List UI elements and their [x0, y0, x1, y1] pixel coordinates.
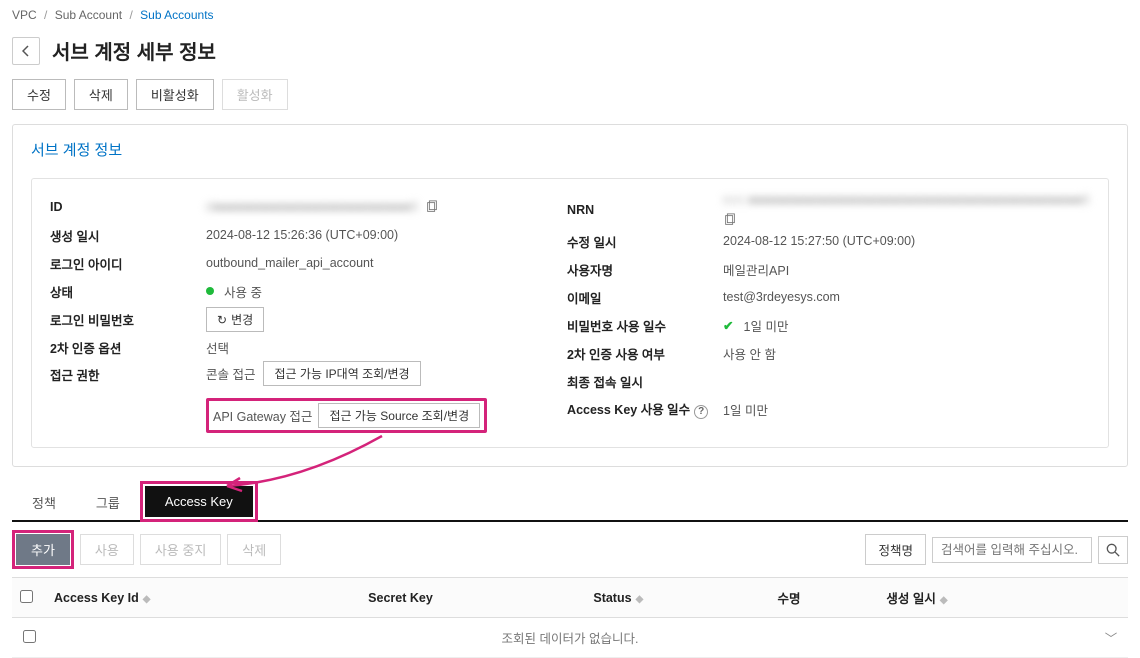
col-lifetime: 수명	[769, 578, 878, 618]
nrn-label: NRN	[567, 203, 723, 217]
check-icon: ✔	[723, 318, 733, 333]
breadcrumb-vpc[interactable]: VPC	[12, 8, 37, 22]
login-pw-label: 로그인 비밀번호	[50, 310, 206, 329]
username-value: 메일관리API	[723, 260, 1090, 279]
breadcrumb-sub-account[interactable]: Sub Account	[55, 8, 122, 22]
twofa-option-label: 2차 인증 옵션	[50, 338, 206, 357]
login-id-value: outbound_mailer_api_account	[206, 256, 543, 270]
stop-use-button: 사용 중지	[140, 534, 221, 565]
status-value: 사용 중	[224, 282, 262, 301]
edit-button[interactable]: 수정	[12, 79, 66, 110]
status-label: 상태	[50, 282, 206, 301]
breadcrumb: VPC / Sub Account / Sub Accounts	[0, 0, 1140, 30]
sort-icon: ◆	[940, 595, 948, 606]
ip-range-button[interactable]: 접근 가능 IP대역 조회/변경	[263, 361, 420, 386]
api-gateway-highlight: API Gateway 접근 접근 가능 Source 조회/변경	[206, 398, 487, 433]
deactivate-button[interactable]: 비활성화	[136, 79, 214, 110]
chevron-down-icon[interactable]: ﹀	[1105, 632, 1118, 646]
sort-icon: ◆	[636, 594, 644, 605]
copy-icon[interactable]	[425, 200, 439, 214]
sub-account-info-panel: 서브 계정 정보 ID d■■■■■■■■■■■■■■■■■■■■■■■8 생성…	[12, 124, 1128, 467]
tab-policy[interactable]: 정책	[12, 485, 76, 520]
col-access-key-id[interactable]: Access Key Id◆	[46, 578, 360, 618]
col-secret-key: Secret Key	[360, 578, 585, 618]
search-filter-select[interactable]: 정책명	[865, 534, 926, 565]
activate-button: 활성화	[222, 79, 288, 110]
api-gateway-access-text: API Gateway 접근	[213, 406, 312, 425]
col-status[interactable]: Status◆	[585, 578, 769, 618]
row-checkbox[interactable]	[23, 630, 36, 643]
modified-label: 수정 일시	[567, 232, 723, 251]
tab-group[interactable]: 그룹	[76, 485, 140, 520]
tabs: 정책 그룹 Access Key	[12, 481, 1128, 522]
twofa-option-value: 선택	[206, 338, 543, 357]
tab-access-key[interactable]: Access Key	[145, 486, 253, 517]
login-id-label: 로그인 아이디	[50, 254, 206, 273]
copy-icon[interactable]	[723, 213, 737, 227]
last-access-label: 최종 접속 일시	[567, 372, 723, 391]
tab-access-key-highlight: Access Key	[140, 481, 258, 522]
search-input[interactable]	[932, 537, 1092, 563]
search-button[interactable]	[1098, 536, 1128, 564]
access-key-days-value: 1일 미만	[723, 400, 1090, 419]
table-toolbar: 추가 사용 사용 중지 삭제 정책명	[0, 522, 1140, 577]
search-icon	[1106, 543, 1120, 557]
chevron-left-icon	[22, 45, 30, 57]
nrn-value: nrn:■■■■■■■■■■■■■■■■■■■■■■■■■■■■■■■■■■■■…	[723, 193, 1090, 207]
change-password-button[interactable]: ↻변경	[206, 307, 264, 332]
page-title: 서브 계정 세부 정보	[52, 36, 216, 65]
twofa-use-label: 2차 인증 사용 여부	[567, 344, 723, 363]
created-value: 2024-08-12 15:26:36 (UTC+09:00)	[206, 228, 543, 242]
id-label: ID	[50, 200, 206, 214]
modified-value: 2024-08-12 15:27:50 (UTC+09:00)	[723, 234, 1090, 248]
table-delete-button: 삭제	[227, 534, 281, 565]
select-all-checkbox[interactable]	[20, 590, 33, 603]
email-value: test@3rdeyesys.com	[723, 290, 1090, 304]
username-label: 사용자명	[567, 260, 723, 279]
table-empty-row: 조회된 데이터가 없습니다. ﹀	[12, 618, 1128, 658]
add-button-highlight: 추가	[12, 530, 74, 569]
twofa-use-value: 사용 안 함	[723, 344, 1090, 363]
empty-message: 조회된 데이터가 없습니다.	[46, 618, 1094, 658]
access-permission-label: 접근 권한	[50, 361, 206, 384]
access-key-days-label: Access Key 사용 일수?	[567, 399, 723, 419]
action-bar: 수정 삭제 비활성화 활성화	[0, 79, 1140, 124]
breadcrumb-sub-accounts[interactable]: Sub Accounts	[140, 8, 213, 22]
status-dot-icon	[206, 287, 214, 295]
col-created[interactable]: 생성 일시◆	[878, 578, 1094, 618]
back-button[interactable]	[12, 37, 40, 65]
pw-days-label: 비밀번호 사용 일수	[567, 316, 723, 335]
created-label: 생성 일시	[50, 226, 206, 245]
delete-button[interactable]: 삭제	[74, 79, 128, 110]
pw-days-value: 1일 미만	[744, 316, 789, 335]
id-value: d■■■■■■■■■■■■■■■■■■■■■■■8	[206, 200, 419, 214]
console-access-text: 콘솔 접근	[206, 364, 255, 383]
use-button: 사용	[80, 534, 134, 565]
sort-icon: ◆	[143, 594, 151, 605]
panel-title: 서브 계정 정보	[13, 125, 1127, 170]
access-key-table: Access Key Id◆ Secret Key Status◆ 수명 생성 …	[12, 577, 1128, 658]
help-icon[interactable]: ?	[694, 405, 708, 419]
email-label: 이메일	[567, 288, 723, 307]
source-range-button[interactable]: 접근 가능 Source 조회/변경	[318, 403, 480, 428]
add-button[interactable]: 추가	[16, 534, 70, 565]
